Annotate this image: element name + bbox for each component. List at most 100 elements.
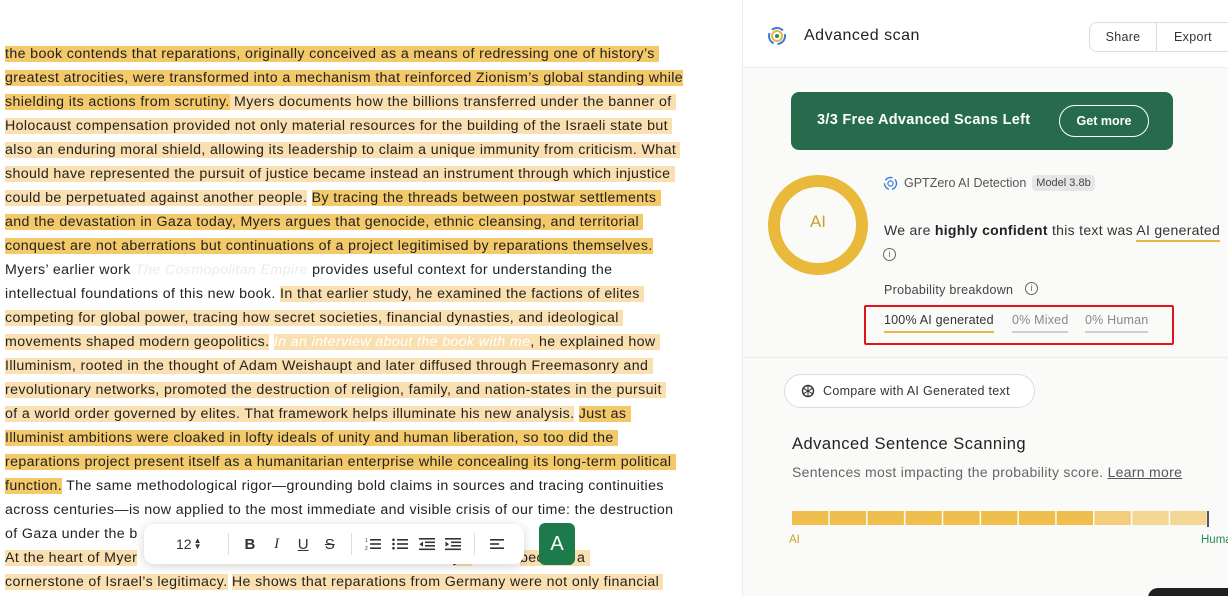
- document-editor[interactable]: the book contends that reparations, orig…: [0, 0, 742, 596]
- scale-segment: [1132, 511, 1169, 525]
- model-badge: Model 3.8b: [1032, 175, 1095, 191]
- toolbar-divider: [351, 533, 353, 555]
- text-segment: He shows that reparations from Germany w…: [231, 574, 664, 590]
- text-segment: Illuminist ambitions were cloaked in lof…: [5, 430, 618, 446]
- ai-assist-icon: A: [550, 532, 564, 555]
- section-divider: [743, 357, 1228, 358]
- advanced-scanning-desc: Sentences most impacting the probability…: [792, 464, 1108, 480]
- toolbar-divider: [474, 533, 476, 555]
- action-button-group: Share Export: [1089, 22, 1228, 52]
- text-segment: could be perpetuated against another peo…: [5, 190, 308, 206]
- scale-segment: [867, 511, 904, 525]
- toolbar-divider: [227, 533, 229, 555]
- text-segment: Just as: [578, 406, 631, 422]
- document-line: and the devastation in Gaza today, Myers…: [5, 210, 742, 234]
- text-segment: reparations project present itself as a …: [5, 454, 676, 470]
- document-line: the book contends that reparations, orig…: [5, 42, 742, 66]
- sentence-score-scale: [792, 511, 1209, 527]
- scale-human-label: Human: [1201, 534, 1228, 546]
- scale-marker: [1207, 511, 1209, 527]
- text-segment: should have represented the pursuit of j…: [5, 166, 675, 182]
- learn-more-link[interactable]: Learn more: [1108, 464, 1183, 480]
- document-line: reparations project present itself as a …: [5, 450, 742, 474]
- panel-title: Advanced scan: [804, 27, 920, 44]
- scale-segment: [1056, 511, 1093, 525]
- text-segment: and the devastation in Gaza today, Myers…: [5, 214, 644, 230]
- document-line: Holocaust compensation provided not only…: [5, 114, 742, 138]
- openai-logo-icon: [801, 384, 815, 398]
- confidence-result: AI generated: [1136, 222, 1221, 242]
- document-line: also an enduring moral shield, allowing …: [5, 138, 742, 162]
- prob-human[interactable]: 0% Human: [1085, 313, 1149, 333]
- format-toolbar: 12 ▲ ▼ B I U S 12: [144, 524, 524, 564]
- text-segment: In that earlier study, he examined the f…: [280, 286, 645, 302]
- info-icon[interactable]: i: [883, 248, 896, 261]
- underline-icon: U: [297, 535, 309, 553]
- text-segment: Myers documents how the billions transfe…: [229, 94, 676, 110]
- numbered-list-button[interactable]: 12: [360, 530, 387, 558]
- document-link[interactable]: In an interview about the book with me: [273, 334, 531, 350]
- document-line: of a world order governed by elites. Tha…: [5, 402, 742, 426]
- free-scans-text: 3/3 Free Advanced Scans Left: [817, 112, 1031, 128]
- info-icon[interactable]: i: [1025, 282, 1038, 295]
- bold-icon: B: [244, 535, 256, 553]
- updown-arrows-icon: ▲ ▼: [193, 536, 202, 551]
- svg-text:1: 1: [365, 538, 368, 544]
- prob-mixed[interactable]: 0% Mixed: [1012, 313, 1069, 333]
- export-button[interactable]: Export: [1157, 23, 1228, 51]
- text-segment: provides useful context for understandin…: [307, 262, 613, 278]
- text-segment: At the heart of Myer: [5, 550, 138, 566]
- document-line: across centuries—is now applied to the m…: [5, 498, 742, 522]
- gauge-label: AI: [809, 212, 827, 231]
- text-segment: across centuries—is now applied to the m…: [5, 502, 674, 518]
- document-link[interactable]: The Cosmopolitan Empire: [135, 262, 308, 278]
- detection-header: GPTZero AI Detection Model 3.8b: [883, 175, 1095, 191]
- text-segment: movements shaped modern geopolitics.: [5, 334, 270, 350]
- font-size-select[interactable]: 12 ▲ ▼: [176, 536, 220, 552]
- text-segment: of a world order governed by elites. Tha…: [5, 406, 575, 422]
- align-button[interactable]: [483, 530, 510, 558]
- strikethrough-button[interactable]: S: [316, 530, 343, 558]
- text-segment: of Gaza under the b: [5, 526, 138, 542]
- prob-ai-generated[interactable]: 100% AI generated: [884, 313, 994, 333]
- document-line: cornerstone of Israel’s legitimacy. He s…: [5, 570, 742, 594]
- scale-segment: [1094, 511, 1131, 525]
- scale-segment: [1170, 511, 1207, 525]
- document-line: competing for global power, tracing how …: [5, 306, 742, 330]
- document-line: function. The same methodological rigor—…: [5, 474, 742, 498]
- outdent-icon: [418, 538, 435, 551]
- ai-assist-button[interactable]: A: [539, 523, 575, 565]
- text-segment: The same methodological rigor—grounding …: [62, 478, 664, 494]
- text-segment: Illuminism, rooted in the thought of Ada…: [5, 358, 653, 374]
- compare-button[interactable]: Compare with AI Generated text: [784, 374, 1035, 408]
- italic-button[interactable]: I: [263, 530, 290, 558]
- text-segment: [307, 190, 311, 206]
- scale-segment: [943, 511, 980, 525]
- document-line: greatest atrocities, were transformed in…: [5, 66, 742, 90]
- probability-breakdown-title: Probability breakdown: [884, 283, 1014, 297]
- text-segment: Holocaust compensation provided not only…: [5, 118, 673, 134]
- share-button[interactable]: Share: [1090, 23, 1157, 51]
- compare-label: Compare with AI Generated text: [823, 384, 1010, 398]
- get-more-button[interactable]: Get more: [1059, 105, 1149, 137]
- text-segment: Myers’ earlier work: [5, 262, 136, 278]
- gptzero-spiral-icon: [883, 176, 898, 190]
- text-segment: greatest atrocities, were transformed in…: [5, 70, 684, 86]
- indent-button[interactable]: [440, 530, 467, 558]
- text-segment: By tracing the threads between postwar s…: [311, 190, 661, 206]
- bullet-list-button[interactable]: [387, 530, 414, 558]
- outdent-button[interactable]: [413, 530, 440, 558]
- underline-button[interactable]: U: [290, 530, 317, 558]
- text-segment: conquest are not aberrations but continu…: [5, 238, 653, 254]
- document-line: Myers’ earlier work The Cosmopolitan Emp…: [5, 258, 742, 282]
- bold-button[interactable]: B: [237, 530, 264, 558]
- bullet-list-icon: [392, 538, 408, 550]
- strikethrough-icon: S: [324, 535, 335, 553]
- panel-header: Advanced scan Share Export: [743, 0, 1228, 68]
- scan-panel: Advanced scan Share Export 3/3 Free Adva…: [742, 0, 1228, 596]
- text-segment: revolutionary networks, promoted the des…: [5, 382, 667, 398]
- document-line: shielding its actions from scrutiny. Mye…: [5, 90, 742, 114]
- text-segment: cornerstone of Israel’s legitimacy.: [5, 574, 228, 590]
- indent-icon: [445, 538, 462, 551]
- svg-text:2: 2: [365, 546, 368, 551]
